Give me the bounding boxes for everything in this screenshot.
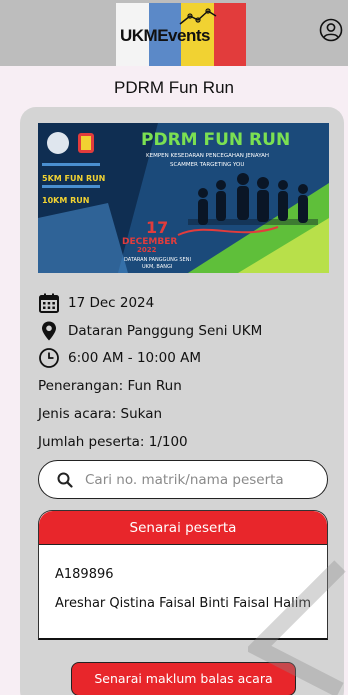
banner-venue-2: UKM, BANGI <box>142 264 172 270</box>
banner-5km-label: 5KM FUN RUN <box>42 174 105 183</box>
feedback-list-button[interactable]: Senarai maklum balas acara <box>71 662 296 695</box>
logo-text: UKMEvents <box>120 26 210 45</box>
event-time-row: 6:00 AM - 10:00 AM <box>38 347 201 369</box>
user-circle-icon[interactable] <box>319 18 343 42</box>
location-pin-icon <box>38 320 60 342</box>
participant-name[interactable]: Areshar Qistina Faisal Binti Faisal Hali… <box>55 595 315 612</box>
banner-subtitle-2: SCAMMER TARGETING YOU <box>170 162 244 168</box>
banner-date-year: 2022 <box>137 246 157 254</box>
page-title: PDRM Fun Run <box>114 78 234 97</box>
logo-graph-icon <box>179 8 217 25</box>
banner-date-day: 17 <box>146 218 168 237</box>
event-date-row: 17 Dec 2024 <box>38 292 154 314</box>
banner-venue-1: DATARAN PANGGUNG SENI <box>124 257 191 263</box>
event-location-row: Dataran Panggung Seni UKM <box>38 320 262 342</box>
clock-icon <box>38 347 60 369</box>
banner-10km-label: 10KM RUN <box>42 196 89 205</box>
event-banner: PDRM FUN RUN KEMPEN KESEDARAN PENCEGAHAN… <box>38 123 329 273</box>
banner-title: PDRM FUN RUN <box>141 130 290 150</box>
participant-list: Senarai peserta A189896 Areshar Qistina … <box>38 510 328 640</box>
police-crest-icon <box>47 132 69 154</box>
event-participant-count: Jumlah peserta: 1/100 <box>38 434 188 450</box>
event-type: Jenis acara: Sukan <box>38 406 163 422</box>
search-icon <box>57 472 73 488</box>
search-input[interactable] <box>85 471 325 488</box>
participant-list-header[interactable]: Senarai peserta <box>39 511 327 545</box>
participant-id[interactable]: A189896 <box>55 567 114 582</box>
event-date: 17 Dec 2024 <box>68 295 155 311</box>
event-location: Dataran Panggung Seni UKM <box>68 323 263 339</box>
banner-subtitle-1: KEMPEN KESEDARAN PENCEGAHAN JENAYAH <box>146 153 269 159</box>
calendar-icon <box>38 292 60 314</box>
event-description: Penerangan: Fun Run <box>38 378 182 394</box>
event-time: 6:00 AM - 10:00 AM <box>68 350 202 366</box>
participant-search[interactable] <box>38 460 328 499</box>
